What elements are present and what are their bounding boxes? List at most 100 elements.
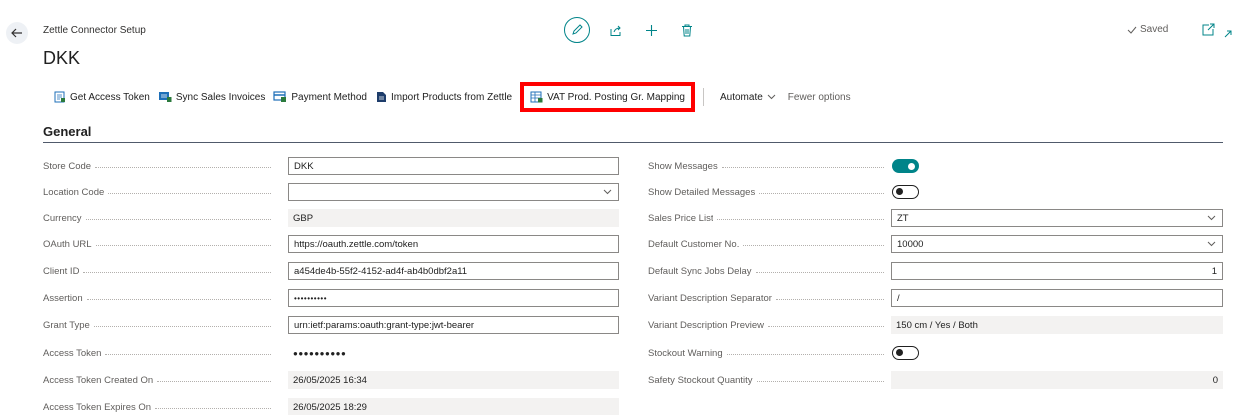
section-title-general: General bbox=[43, 124, 92, 139]
automate-label: Automate bbox=[719, 91, 763, 103]
chevron-down-icon bbox=[767, 94, 776, 100]
grant-type-input[interactable]: urn:ietf:params:oauth:grant-type:jwt-bea… bbox=[288, 316, 619, 334]
stockout-warning-toggle[interactable] bbox=[892, 346, 919, 360]
payment-method-label: Payment Method bbox=[291, 91, 367, 103]
new-button[interactable] bbox=[640, 19, 662, 41]
field-sales-price-list: Sales Price List ZT bbox=[648, 209, 1223, 227]
field-label: Access Token Expires On bbox=[43, 401, 152, 413]
show-detailed-messages-toggle[interactable] bbox=[892, 185, 919, 199]
field-default-sync-jobs-delay: Default Sync Jobs Delay 1 bbox=[648, 262, 1223, 280]
field-oauth-url: OAuth URL https://oauth.zettle.com/token bbox=[43, 235, 619, 253]
fewer-options-button[interactable]: Fewer options bbox=[782, 92, 857, 103]
safety-stockout-qty-value: 0 bbox=[891, 371, 1223, 389]
default-sync-delay-input[interactable]: 1 bbox=[891, 262, 1223, 280]
field-default-customer-no: Default Customer No. 10000 bbox=[648, 235, 1223, 253]
trash-icon bbox=[682, 24, 692, 36]
default-customer-select[interactable]: 10000 bbox=[891, 235, 1223, 253]
field-label: Grant Type bbox=[43, 319, 90, 331]
variant-separator-input[interactable]: / bbox=[891, 289, 1223, 307]
sync-sales-invoices-button[interactable]: Sync Sales Invoices bbox=[154, 86, 270, 108]
field-label: Currency bbox=[43, 212, 82, 224]
vat-prod-posting-gr-mapping-button[interactable]: VAT Prod. Posting Gr. Mapping bbox=[520, 82, 695, 112]
plus-icon bbox=[645, 24, 657, 36]
field-label: Client ID bbox=[43, 265, 80, 277]
field-label: Default Sync Jobs Delay bbox=[648, 265, 752, 277]
field-access-token-created-on: Access Token Created On 26/05/2025 16:34 bbox=[43, 371, 619, 389]
share-button[interactable] bbox=[604, 19, 626, 41]
field-label: Safety Stockout Quantity bbox=[648, 374, 753, 386]
field-show-detailed-messages: Show Detailed Messages bbox=[648, 183, 919, 201]
chevron-down-icon bbox=[603, 189, 612, 195]
currency-value: GBP bbox=[288, 209, 619, 227]
chevron-down-icon bbox=[1207, 215, 1216, 221]
get-access-token-label: Get Access Token bbox=[70, 91, 150, 103]
checkmark-icon bbox=[1127, 26, 1137, 34]
variant-preview-value: 150 cm / Yes / Both bbox=[891, 316, 1223, 334]
field-location-code: Location Code bbox=[43, 183, 619, 201]
field-label: Access Token Created On bbox=[43, 374, 154, 386]
access-token-value: ●●●●●●●●●● bbox=[293, 348, 347, 358]
app-title: Zettle Connector Setup bbox=[43, 25, 146, 36]
field-label: OAuth URL bbox=[43, 238, 92, 250]
show-messages-toggle[interactable] bbox=[892, 159, 919, 173]
field-variant-description-preview: Variant Description Preview 150 cm / Yes… bbox=[648, 316, 1223, 334]
saved-status: Saved bbox=[1127, 24, 1168, 35]
field-safety-stockout-quantity: Safety Stockout Quantity 0 bbox=[648, 371, 1223, 389]
edit-button[interactable] bbox=[564, 17, 590, 43]
sync-invoice-icon bbox=[158, 92, 172, 102]
field-label: Show Detailed Messages bbox=[648, 186, 756, 198]
field-grant-type: Grant Type urn:ietf:params:oauth:grant-t… bbox=[43, 316, 619, 334]
field-label: Sales Price List bbox=[648, 212, 714, 224]
action-toolbar: Get Access Token Sync Sales Invoices Pay… bbox=[50, 82, 857, 112]
page-title: DKK bbox=[43, 48, 81, 68]
field-stockout-warning: Stockout Warning bbox=[648, 344, 919, 362]
pencil-icon bbox=[572, 24, 583, 35]
field-label: Variant Description Preview bbox=[648, 319, 764, 331]
field-store-code: Store Code DKK bbox=[43, 157, 619, 175]
page-actions bbox=[564, 17, 698, 43]
import-products-label: Import Products from Zettle bbox=[390, 91, 513, 103]
import-products-icon bbox=[376, 92, 386, 102]
sync-sales-invoices-label: Sync Sales Invoices bbox=[175, 91, 266, 103]
assertion-input[interactable]: •••••••••• bbox=[288, 289, 619, 307]
delete-button[interactable] bbox=[676, 19, 698, 41]
document-key-icon bbox=[54, 91, 65, 103]
field-label: Stockout Warning bbox=[648, 347, 723, 359]
import-products-button[interactable]: Import Products from Zettle bbox=[371, 86, 516, 108]
toolbar-divider bbox=[702, 88, 704, 106]
field-currency: Currency GBP bbox=[43, 209, 619, 227]
payment-method-button[interactable]: Payment Method bbox=[269, 86, 371, 108]
share-icon bbox=[610, 25, 621, 36]
field-label: Assertion bbox=[43, 292, 83, 304]
field-label: Store Code bbox=[43, 160, 92, 172]
field-label: Location Code bbox=[43, 186, 105, 198]
field-variant-description-separator: Variant Description Separator / bbox=[648, 289, 1223, 307]
automate-menu[interactable]: Automate bbox=[714, 92, 782, 103]
client-id-input[interactable]: a454de4b-55f2-4152-ad4f-ab4b0dbf2a11 bbox=[288, 262, 619, 280]
back-button[interactable] bbox=[6, 22, 28, 44]
field-access-token: Access Token ●●●●●●●●●● bbox=[43, 344, 619, 362]
vat-prod-posting-gr-mapping-label: VAT Prod. Posting Gr. Mapping bbox=[547, 91, 685, 103]
oauth-url-input[interactable]: https://oauth.zettle.com/token bbox=[288, 235, 619, 253]
field-label: Access Token bbox=[43, 347, 102, 359]
access-token-created-value: 26/05/2025 16:34 bbox=[288, 371, 619, 389]
get-access-token-button[interactable]: Get Access Token bbox=[50, 86, 154, 108]
open-in-new-window-icon[interactable] bbox=[1200, 22, 1216, 38]
field-label: Default Customer No. bbox=[648, 238, 740, 250]
collapse-icon[interactable] bbox=[1224, 26, 1233, 38]
store-code-input[interactable]: DKK bbox=[288, 157, 619, 175]
sales-price-list-select[interactable]: ZT bbox=[891, 209, 1223, 227]
saved-label: Saved bbox=[1140, 24, 1169, 35]
chevron-down-icon bbox=[1207, 241, 1216, 247]
mapping-table-icon bbox=[530, 91, 543, 103]
location-code-select[interactable] bbox=[288, 183, 619, 201]
section-divider bbox=[43, 142, 1223, 143]
field-label: Show Messages bbox=[648, 160, 718, 172]
payment-method-icon bbox=[273, 91, 287, 102]
field-assertion: Assertion •••••••••• bbox=[43, 289, 619, 307]
field-show-messages: Show Messages bbox=[648, 157, 919, 175]
field-client-id: Client ID a454de4b-55f2-4152-ad4f-ab4b0d… bbox=[43, 262, 619, 280]
field-label: Variant Description Separator bbox=[648, 292, 772, 304]
field-access-token-expires-on: Access Token Expires On 26/05/2025 18:29 bbox=[43, 398, 619, 415]
arrow-left-icon bbox=[11, 28, 22, 38]
